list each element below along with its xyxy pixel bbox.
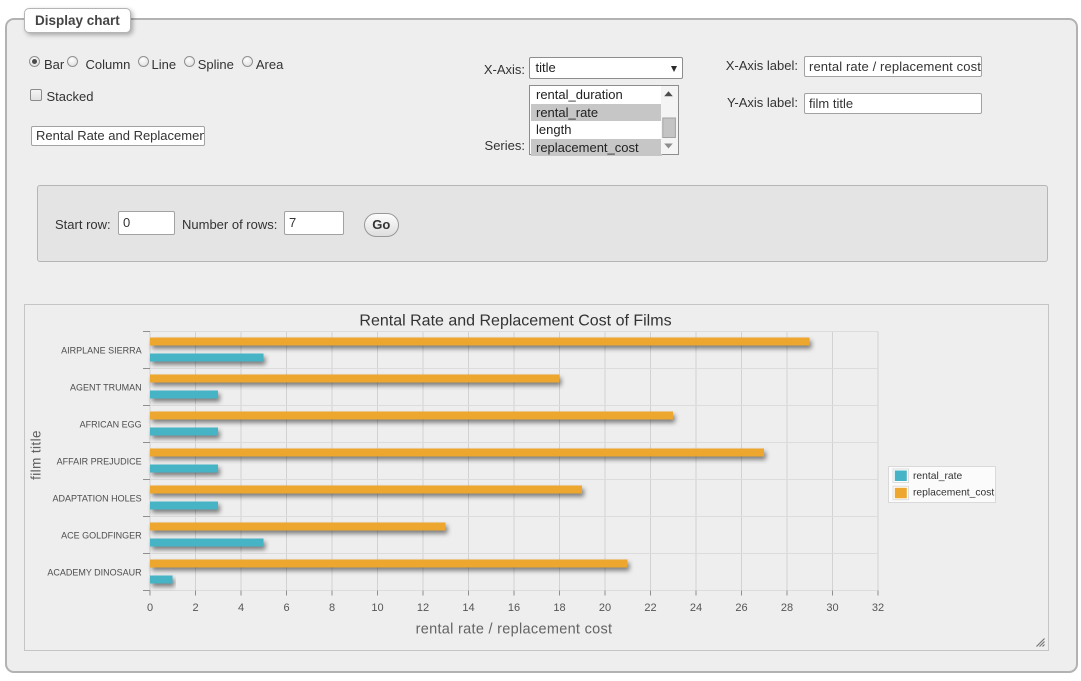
svg-text:18: 18 [553, 602, 565, 614]
svg-text:AIRPLANE SIERRA: AIRPLANE SIERRA [61, 346, 142, 356]
svg-text:ADAPTATION HOLES: ADAPTATION HOLES [53, 494, 142, 504]
svg-text:14: 14 [462, 602, 474, 614]
svg-text:32: 32 [872, 602, 884, 614]
svg-text:22: 22 [644, 602, 656, 614]
svg-text:8: 8 [329, 602, 335, 614]
svg-text:Rental Rate and Replacement Co: Rental Rate and Replacement Cost of Film… [359, 313, 671, 330]
svg-text:16: 16 [508, 602, 520, 614]
svg-text:6: 6 [283, 602, 289, 614]
svg-text:rental rate / replacement cost: rental rate / replacement cost [416, 622, 613, 638]
svg-text:0: 0 [147, 602, 153, 614]
svg-text:10: 10 [371, 602, 383, 614]
svg-text:20: 20 [599, 602, 611, 614]
svg-text:28: 28 [781, 602, 793, 614]
svg-text:AFFAIR PREJUDICE: AFFAIR PREJUDICE [57, 457, 142, 467]
svg-text:film title: film title [29, 430, 44, 480]
svg-text:rental_rate: rental_rate [913, 471, 963, 482]
svg-text:4: 4 [238, 602, 244, 614]
svg-text:26: 26 [735, 602, 747, 614]
svg-text:AGENT TRUMAN: AGENT TRUMAN [70, 383, 142, 393]
svg-text:replacement_cost: replacement_cost [913, 488, 994, 499]
svg-text:24: 24 [690, 602, 702, 614]
svg-text:12: 12 [417, 602, 429, 614]
svg-text:30: 30 [826, 602, 838, 614]
svg-text:2: 2 [192, 602, 198, 614]
svg-text:ACE GOLDFINGER: ACE GOLDFINGER [61, 531, 142, 541]
svg-text:AFRICAN EGG: AFRICAN EGG [80, 420, 142, 430]
svg-text:ACADEMY DINOSAUR: ACADEMY DINOSAUR [47, 568, 142, 578]
